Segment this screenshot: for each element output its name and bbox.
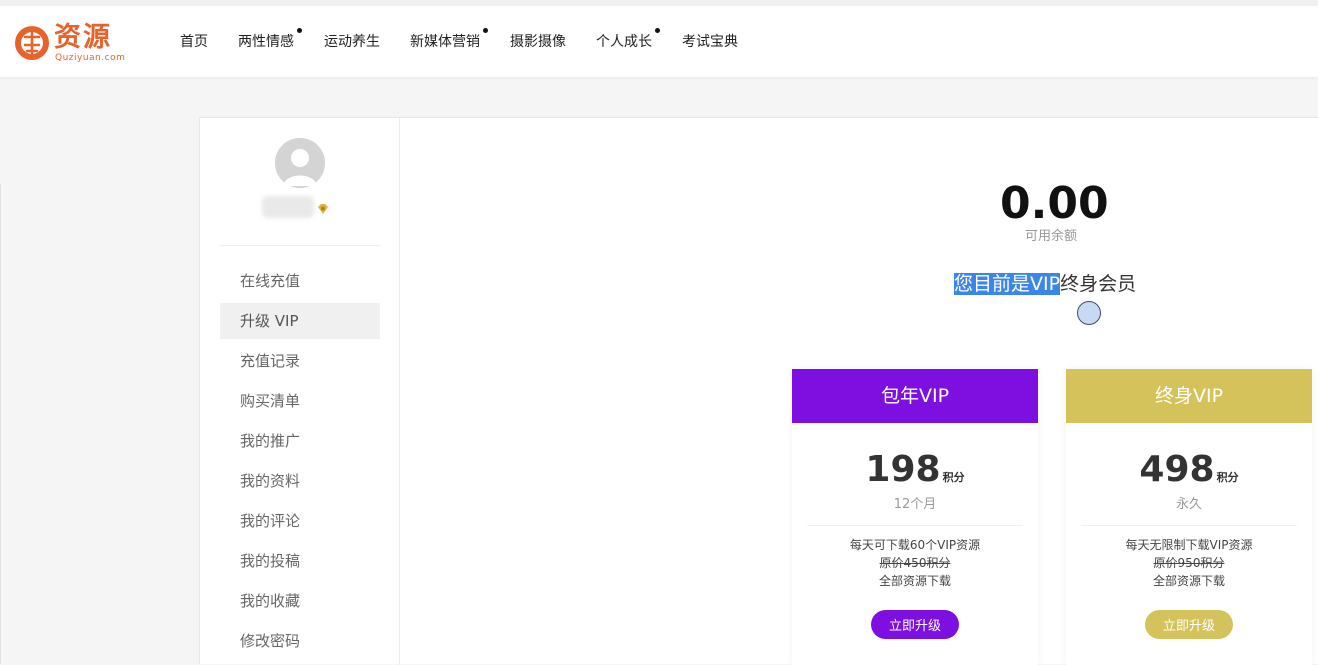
user-sidebar: 在线充值 升级 VIP 充值记录 购买清单 我的推广 我的资料 我的评论 我的投… [200, 118, 400, 665]
username-obscured [262, 196, 314, 218]
plan-period: 永久 [1175, 497, 1202, 512]
user-menu: 在线充值 升级 VIP 充值记录 购买清单 我的推广 我的资料 我的评论 我的投… [220, 263, 380, 663]
plan-divider [807, 525, 1023, 526]
plan-title: 包年VIP [792, 369, 1038, 423]
sidebar-item-recharge-history[interactable]: 充值记录 [220, 343, 380, 379]
nav-item-label: 摄影摄像 [510, 34, 566, 50]
sidebar-item-favorites[interactable]: 我的收藏 [220, 583, 380, 619]
sidebar-item-purchases[interactable]: 购买清单 [220, 383, 380, 419]
plan-features: 每天无限制下载VIP资源 原价950积分 全部资源下载 [1066, 536, 1312, 590]
nav-item-label: 新媒体营销 [410, 34, 480, 50]
user-center-panel: 在线充值 升级 VIP 充值记录 购买清单 我的推广 我的资料 我的评论 我的投… [199, 117, 1318, 665]
plan-original-price: 原价950积分 [1153, 556, 1225, 570]
submenu-dot-icon [297, 28, 302, 33]
plan-card-yearly: 包年VIP 198 积分 12个月 每天可下载60个VIP资源 原价450积分 全… [792, 369, 1038, 665]
plan-feature: 每天可下载60个VIP资源 [849, 538, 981, 552]
plan-price-unit: 积分 [942, 471, 965, 484]
nav-item-label: 两性情感 [238, 34, 294, 50]
site-logo[interactable]: 资源 Quziyuan.com [13, 22, 138, 64]
vip-status-selected: 您目前是VIP [954, 273, 1061, 295]
sidebar-item-comments[interactable]: 我的评论 [220, 503, 380, 539]
nav-item-label: 考试宝典 [682, 34, 738, 50]
mouse-cursor-indicator [1077, 301, 1101, 325]
sidebar-item-change-password[interactable]: 修改密码 [220, 623, 380, 659]
plan-price-value: 498 [1139, 449, 1215, 490]
nav-item-relationships[interactable]: 两性情感 [238, 28, 302, 54]
plan-feature: 全部资源下载 [878, 574, 951, 588]
vip-status-rest: 终身会员 [1060, 273, 1137, 295]
plan-card-lifetime: 终身VIP 498 积分 永久 每天无限制下载VIP资源 原价950积分 全部资源… [1066, 369, 1312, 665]
nav-item-exams[interactable]: 考试宝典 [682, 30, 738, 54]
nav-item-label: 首页 [180, 34, 208, 50]
plan-feature: 全部资源下载 [1152, 574, 1225, 588]
sidebar-item-profile[interactable]: 我的资料 [220, 463, 380, 499]
nav-item-health[interactable]: 运动养生 [324, 30, 380, 54]
sidebar-divider [220, 245, 380, 246]
nav-item-home[interactable]: 首页 [180, 30, 208, 54]
submenu-dot-icon [655, 28, 660, 33]
plan-original-price: 原价450积分 [879, 556, 951, 570]
plan-divider [1081, 525, 1297, 526]
left-edge-divider [0, 184, 1, 664]
sidebar-item-submissions[interactable]: 我的投稿 [220, 543, 380, 579]
plan-features: 每天可下载60个VIP资源 原价450积分 全部资源下载 [792, 536, 1038, 590]
balance-amount: 0.00 [1000, 178, 1109, 229]
logo-mark-icon [15, 26, 49, 60]
submenu-dot-icon [483, 28, 488, 33]
sidebar-item-upgrade-vip[interactable]: 升级 VIP [220, 303, 380, 339]
plan-price: 198 积分 [792, 447, 1038, 493]
upgrade-yearly-button[interactable]: 立即升级 [871, 610, 959, 639]
nav-item-label: 运动养生 [324, 34, 380, 50]
site-header: 资源 Quziyuan.com 首页 两性情感 运动养生 新媒体营销 摄影摄像 … [0, 0, 1318, 77]
sidebar-item-referrals[interactable]: 我的推广 [220, 423, 380, 459]
plan-price-value: 198 [865, 449, 941, 490]
logo-domain: Quziyuan.com [55, 53, 126, 63]
plan-title: 终身VIP [1066, 369, 1312, 423]
logo-text: 资源 [54, 22, 112, 53]
avatar[interactable] [275, 138, 325, 188]
browser-top-strip [0, 0, 1318, 6]
plan-price: 498 积分 [1066, 447, 1312, 493]
nav-item-growth[interactable]: 个人成长 [596, 28, 660, 54]
main-nav: 首页 两性情感 运动养生 新媒体营销 摄影摄像 个人成长 考试宝典 [180, 28, 768, 54]
user-avatar-icon [275, 138, 325, 188]
nav-item-photography[interactable]: 摄影摄像 [510, 30, 566, 54]
upgrade-lifetime-button[interactable]: 立即升级 [1145, 610, 1233, 639]
plan-period: 12个月 [893, 497, 937, 512]
vip-status-text: 您目前是VIP终身会员 [954, 270, 1136, 298]
sidebar-item-recharge[interactable]: 在线充值 [220, 263, 380, 299]
nav-item-new-media[interactable]: 新媒体营销 [410, 28, 488, 54]
balance-label: 可用余额 [1024, 229, 1077, 244]
vip-diamond-icon [318, 204, 328, 214]
nav-item-label: 个人成长 [596, 34, 652, 50]
plan-price-unit: 积分 [1216, 471, 1239, 484]
plan-feature: 每天无限制下载VIP资源 [1125, 538, 1253, 552]
